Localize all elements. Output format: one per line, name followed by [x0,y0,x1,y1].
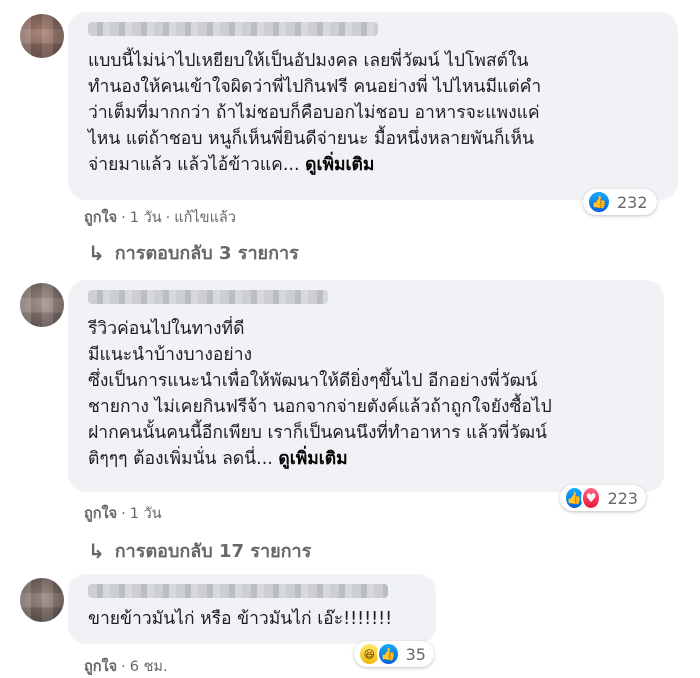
view-replies-link[interactable]: ↳ การตอบกลับ 3 รายการ [88,238,299,267]
reaction-count: 232 [617,192,648,212]
timestamp[interactable]: 6 ชม. [130,659,168,675]
comment-actions: ถูกใจ · 1 วัน · แก้ไขแล้ว [84,210,236,226]
comment-bubble: รีวิวค่อนไปในทางที่ดี มีแนะนำบ้างบางอย่า… [68,280,664,492]
author-name-redacted[interactable] [88,22,378,36]
author-name-redacted[interactable] [88,584,388,598]
reply-arrow-icon: ↳ [88,240,105,265]
like-icon: 👍 [376,642,400,666]
comment-bubble: แบบนี้ไม่น่าไปเหยียบให้เป็นอัปมงคล เลยพี… [68,12,678,200]
like-icon: 👍 [587,190,611,214]
like-action[interactable]: ถูกใจ [84,506,117,522]
see-more-link[interactable]: ดูเพิ่มเติม [278,449,347,469]
avatar[interactable] [20,14,64,58]
like-action[interactable]: ถูกใจ [84,659,117,675]
replies-label: การตอบกลับ 17 รายการ [114,541,312,562]
reaction-count: 223 [607,488,638,508]
comment-bubble: ขายข้าวมันไก่ หรือ ข้าวมันไก่ เอ๊ะ!!!!!!… [68,574,436,644]
replies-label: การตอบกลับ 3 รายการ [114,243,299,264]
timestamp[interactable]: 1 วัน [130,506,162,522]
see-more-link[interactable]: ดูเพิ่มเติม [305,155,374,175]
avatar[interactable] [20,578,64,622]
like-action[interactable]: ถูกใจ [84,210,117,226]
comment-actions: ถูกใจ · 1 วัน [84,506,162,522]
comment-text: แบบนี้ไม่น่าไปเหยียบให้เป็นอัปมงคล เลยพี… [88,51,542,175]
reaction-count: 35 [405,644,426,664]
comment-text: รีวิวค่อนไปในทางที่ดี มีแนะนำบ้างบางอย่า… [88,319,552,469]
edited-label: แก้ไขแล้ว [174,210,236,226]
reply-arrow-icon: ↳ [88,538,105,563]
reaction-summary[interactable]: 👍 ♥ 223 [560,485,646,511]
view-replies-link[interactable]: ↳ การตอบกลับ 17 รายการ [88,536,311,565]
reaction-summary[interactable]: 😆 👍 35 [354,641,434,667]
comment-text: ขายข้าวมันไก่ หรือ ข้าวมันไก่ เอ๊ะ!!!!!!… [88,609,393,629]
avatar[interactable] [20,283,64,327]
reaction-summary[interactable]: 👍 232 [583,189,657,215]
author-name-redacted[interactable] [88,290,328,304]
love-icon: ♥ [580,486,602,510]
comment-actions: ถูกใจ · 6 ชม. [84,659,168,675]
timestamp[interactable]: 1 วัน [130,210,162,226]
